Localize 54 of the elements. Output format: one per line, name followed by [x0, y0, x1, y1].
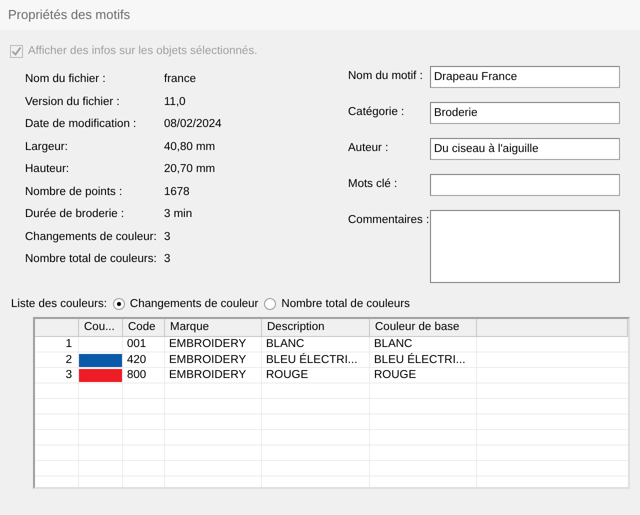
- input-field[interactable]: Du ciseau à l'aiguille: [430, 138, 620, 160]
- info-value: 11,0: [164, 96, 187, 108]
- column-header[interactable]: Cou...: [79, 319, 123, 337]
- field-label: Commentaires :: [348, 213, 430, 228]
- info-label: Nombre total de couleurs:: [25, 253, 158, 266]
- table-cell-text: 001: [126, 337, 148, 352]
- table-cell-text: BLEU ÉLECTRI...: [373, 352, 466, 368]
- info-label: Changements de couleur:: [25, 230, 158, 243]
- table-cell-text: 420: [126, 352, 148, 368]
- radio-option[interactable]: Changements de couleur: [112, 298, 258, 310]
- info-value: 40,80 mm: [164, 140, 216, 153]
- info-label: Date de modification :: [25, 118, 138, 130]
- table-cell-text: BLANC: [265, 337, 306, 352]
- table-cell-text: ROUGE: [265, 368, 310, 383]
- list-label: Liste des couleurs:: [11, 298, 107, 310]
- table-cell-text: 800: [126, 368, 148, 383]
- info-label: Nombre de points :: [25, 186, 124, 198]
- table-cell-text: EMBROIDERY: [168, 368, 248, 383]
- info-label: Durée de broderie :: [25, 208, 126, 220]
- comment-field[interactable]: [430, 210, 620, 283]
- field-label: Catégorie :: [348, 105, 404, 120]
- table-cell-text: BLEU ÉLECTRI...: [265, 352, 358, 368]
- column-header[interactable]: Code: [123, 319, 165, 337]
- info-label: Largeur:: [25, 140, 69, 153]
- row-number: 3: [64, 368, 73, 383]
- column-header[interactable]: Description: [262, 319, 370, 337]
- column-header[interactable]: Marque: [165, 319, 262, 337]
- info-value: 3 min: [164, 208, 194, 220]
- column-header: [35, 319, 79, 337]
- radio-option[interactable]: Nombre total de couleurs: [264, 298, 410, 310]
- checkbox-label: Afficher des infos sur les objets sélectionnés.: [28, 45, 258, 57]
- info-label: Hauteur:: [25, 163, 70, 176]
- info-value: 20,70 mm: [164, 163, 216, 176]
- info-value: 3: [164, 230, 172, 243]
- info-label: Nom du fichier :: [25, 73, 107, 86]
- info-value: france: [164, 73, 197, 86]
- table-cell-text: BLANC: [373, 337, 414, 352]
- field-label: Nom du motif :: [348, 69, 423, 84]
- info-value: 3: [164, 253, 172, 266]
- input-field[interactable]: [430, 174, 620, 196]
- table-cell-text: EMBROIDERY: [168, 352, 248, 368]
- column-header[interactable]: Couleur de base: [370, 319, 477, 337]
- row-number: 2: [64, 352, 73, 368]
- input-field[interactable]: Drapeau France: [430, 66, 620, 88]
- info-label: Version du fichier :: [25, 96, 121, 108]
- field-label: Mots clé :: [348, 177, 398, 192]
- info-value: 08/02/2024: [164, 118, 223, 130]
- input-field[interactable]: Broderie: [430, 102, 620, 124]
- info-value: 1678: [164, 186, 191, 198]
- table-cell-text: EMBROIDERY: [168, 337, 248, 352]
- window-title: Propriétés des motifs: [0, 0, 640, 30]
- field-label: Auteur :: [348, 141, 388, 156]
- table-cell-text: ROUGE: [373, 368, 418, 383]
- row-number: 1: [64, 337, 73, 352]
